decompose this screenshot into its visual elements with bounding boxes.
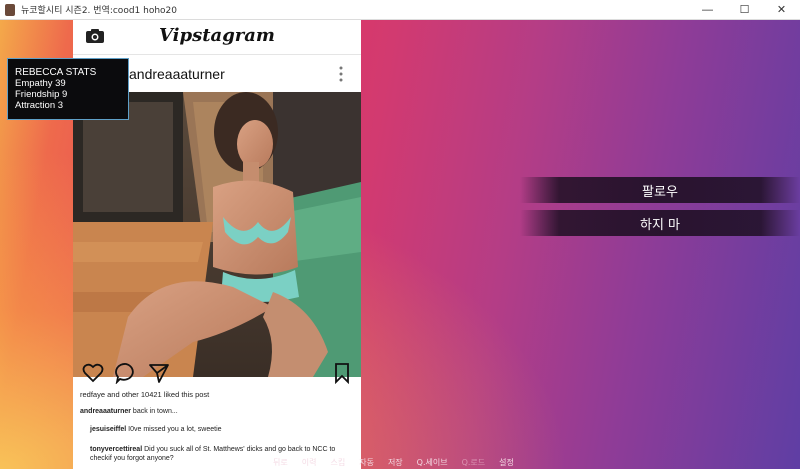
post-actions xyxy=(73,362,361,386)
choice-dont[interactable]: 하지 마 xyxy=(520,210,800,236)
more-options-icon[interactable] xyxy=(339,66,343,82)
window-controls: — ☐ ✕ xyxy=(689,0,800,19)
comment-text: I0ve missed you a lot, sweetie xyxy=(128,426,222,433)
minimize-button[interactable]: — xyxy=(689,0,726,19)
app-header: Vipstagram xyxy=(73,20,361,55)
window-title: 뉴코할시티 시즌2. 번역:cood1 hoho20 xyxy=(21,6,177,16)
stat-line: Friendship 9 xyxy=(15,89,68,100)
game-screen: Vipstagram andreaaaturner redfaye and ot… xyxy=(0,20,800,469)
bookmark-icon[interactable] xyxy=(331,362,353,384)
stats-panel: REBECCA STATS Empathy 39 Friendship 9 At… xyxy=(7,58,129,120)
stat-line: Empathy 39 xyxy=(15,78,66,89)
likes-count: redfaye and other 10421 liked this post xyxy=(80,390,210,399)
caption-user[interactable]: andreaaaturner xyxy=(80,408,131,415)
quick-menu-history[interactable]: 이력 xyxy=(302,457,317,468)
comment-user[interactable]: jesuiseiffel xyxy=(90,426,126,433)
quick-menu-quickload[interactable]: Q.로드 xyxy=(462,457,486,468)
comment: jesuiseiffel I0ve missed you a lot, swee… xyxy=(90,426,222,433)
quick-menu-quicksave[interactable]: Q.세이브 xyxy=(417,457,448,468)
app-brand: Vipstagram xyxy=(159,25,275,46)
quick-menu-back[interactable]: 뒤로 xyxy=(273,457,288,468)
post-caption: andreaaaturner back in town... xyxy=(80,408,178,415)
caption-text: back in town... xyxy=(132,408,178,415)
quick-menu-settings[interactable]: 설정 xyxy=(499,457,514,468)
choice-follow[interactable]: 팔로우 xyxy=(520,177,800,203)
comment-user[interactable]: tonyvercettireal xyxy=(90,446,142,453)
comment-icon[interactable] xyxy=(115,362,137,384)
maximize-button[interactable]: ☐ xyxy=(726,0,763,19)
heart-icon[interactable] xyxy=(82,362,104,384)
quick-menu: 뒤로 이력 스킵 자동 저장 Q.세이브 Q.로드 설정 xyxy=(273,457,528,468)
close-button[interactable]: ✕ xyxy=(763,0,800,19)
stat-line: Attraction 3 xyxy=(15,100,64,111)
share-icon[interactable] xyxy=(148,362,170,384)
window-titlebar: 뉴코할시티 시즌2. 번역:cood1 hoho20 — ☐ ✕ xyxy=(0,0,800,20)
app-icon xyxy=(5,3,15,16)
quick-menu-auto[interactable]: 자동 xyxy=(359,457,374,468)
post-username[interactable]: andreaaaturner xyxy=(129,66,225,82)
stats-heading: REBECCA STATS xyxy=(15,67,97,78)
quick-menu-skip[interactable]: 스킵 xyxy=(330,457,345,468)
post-photo xyxy=(73,92,361,377)
quick-menu-save[interactable]: 저장 xyxy=(388,457,403,468)
